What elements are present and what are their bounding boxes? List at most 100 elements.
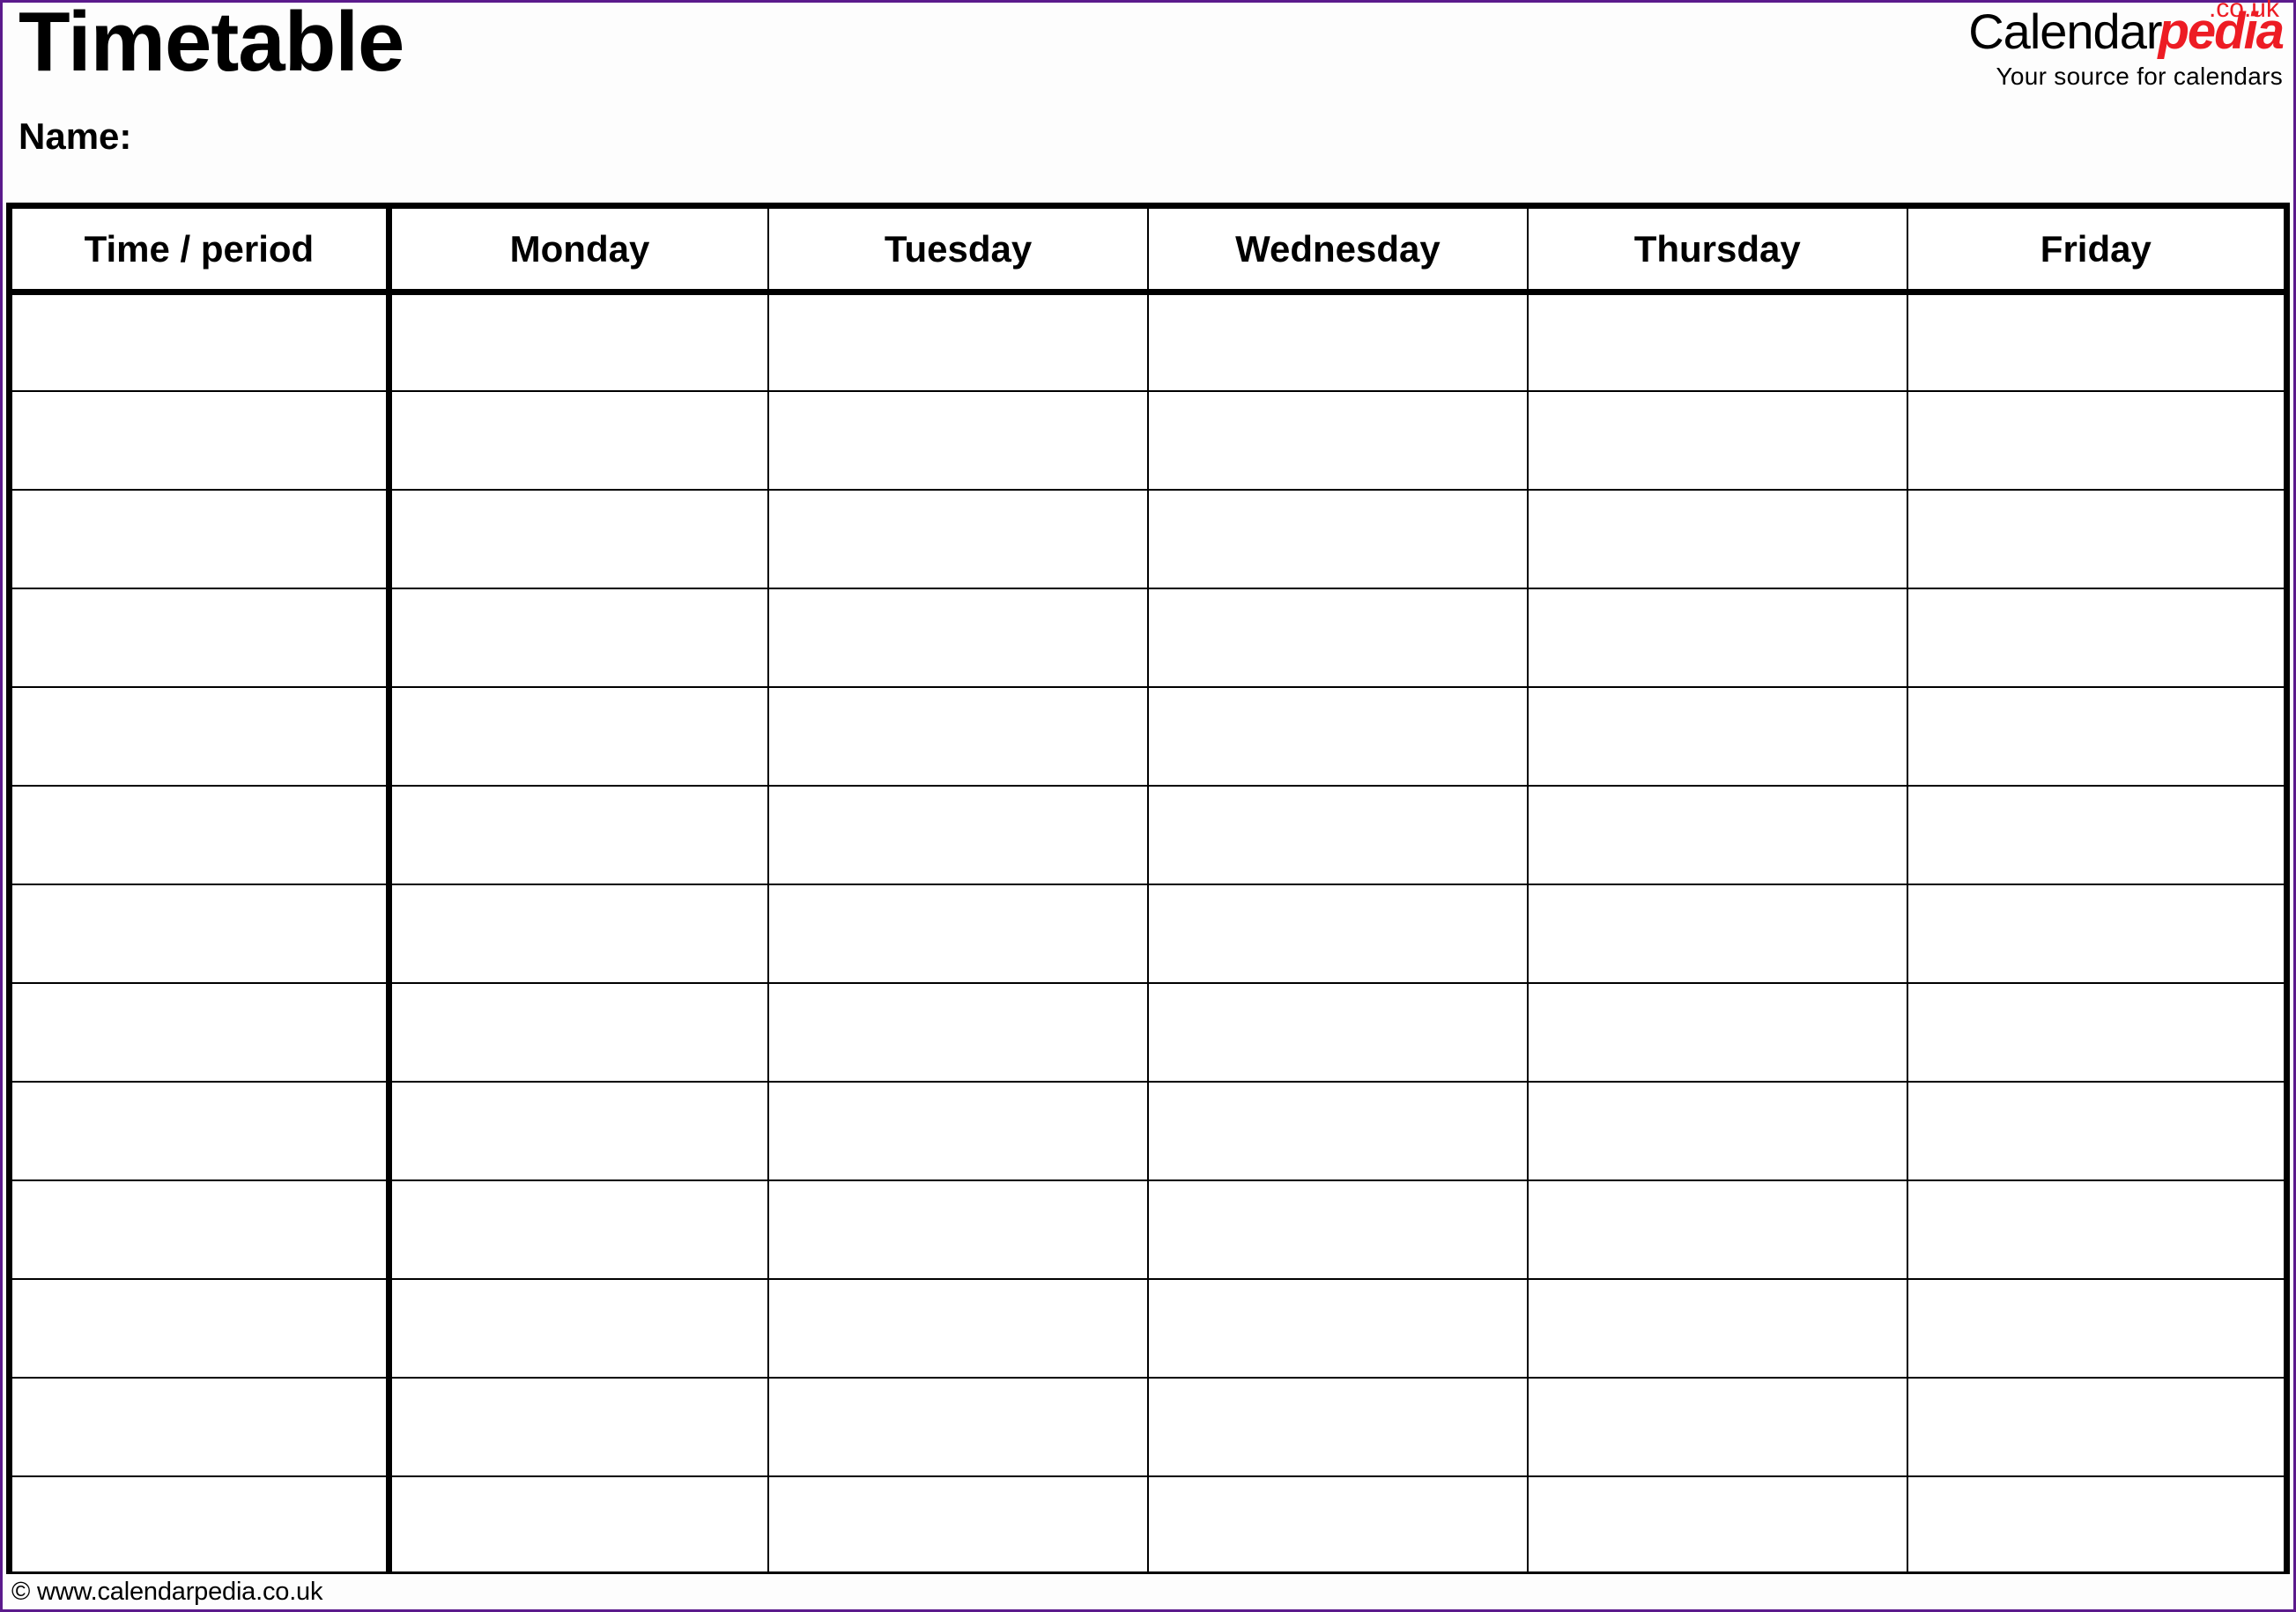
cell-monday-row-9[interactable] — [388, 1080, 770, 1181]
timetable-grid-wrapper: Time / period Monday Tuesday Wednesday T… — [3, 203, 2293, 1574]
cell-friday-row-6[interactable] — [1906, 784, 2287, 885]
cell-friday-row-8[interactable] — [1906, 981, 2287, 1083]
page-footer: © www.calendarpedia.co.uk — [3, 1574, 2293, 1609]
cell-thursday-row-9[interactable] — [1526, 1080, 1908, 1181]
cell-wednesday-row-9[interactable] — [1146, 1080, 1529, 1181]
column-header-thursday: Thursday — [1526, 205, 1908, 295]
cell-monday-row-11[interactable] — [388, 1277, 770, 1379]
cell-time-period-row-8[interactable] — [9, 981, 392, 1083]
table-row — [9, 1080, 2287, 1181]
cell-tuesday-row-3[interactable] — [767, 488, 1149, 589]
cell-time-period-row-10[interactable] — [9, 1179, 392, 1280]
cell-monday-row-1[interactable] — [388, 292, 770, 392]
column-header-friday: Friday — [1906, 205, 2287, 295]
cell-friday-row-7[interactable] — [1906, 883, 2287, 984]
cell-monday-row-5[interactable] — [388, 685, 770, 787]
cell-time-period-row-3[interactable] — [9, 488, 392, 589]
table-row — [9, 389, 2287, 491]
cell-friday-row-11[interactable] — [1906, 1277, 2287, 1379]
table-row — [9, 1475, 2287, 1574]
timetable-body — [9, 292, 2287, 1574]
cell-monday-row-6[interactable] — [388, 784, 770, 885]
cell-friday-row-9[interactable] — [1906, 1080, 2287, 1181]
name-label: Name: — [19, 115, 132, 157]
cell-time-period-row-7[interactable] — [9, 883, 392, 984]
cell-wednesday-row-4[interactable] — [1146, 587, 1529, 688]
cell-thursday-row-3[interactable] — [1526, 488, 1908, 589]
column-header-time-period: Time / period — [9, 205, 392, 295]
cell-tuesday-row-1[interactable] — [767, 292, 1149, 392]
cell-monday-row-7[interactable] — [388, 883, 770, 984]
cell-thursday-row-7[interactable] — [1526, 883, 1908, 984]
cell-thursday-row-5[interactable] — [1526, 685, 1908, 787]
cell-friday-row-2[interactable] — [1906, 389, 2287, 491]
cell-friday-row-10[interactable] — [1906, 1179, 2287, 1280]
cell-tuesday-row-12[interactable] — [767, 1376, 1149, 1477]
cell-monday-row-4[interactable] — [388, 587, 770, 688]
table-row — [9, 1376, 2287, 1477]
cell-tuesday-row-11[interactable] — [767, 1277, 1149, 1379]
cell-monday-row-8[interactable] — [388, 981, 770, 1083]
column-header-monday: Monday — [388, 205, 770, 295]
cell-tuesday-row-5[interactable] — [767, 685, 1149, 787]
cell-thursday-row-12[interactable] — [1526, 1376, 1908, 1477]
cell-time-period-row-2[interactable] — [9, 389, 392, 491]
cell-thursday-row-11[interactable] — [1526, 1277, 1908, 1379]
cell-tuesday-row-4[interactable] — [767, 587, 1149, 688]
cell-monday-row-10[interactable] — [388, 1179, 770, 1280]
page-banner: Timetable Name: Calendarpedia .co.uk You… — [3, 0, 2293, 203]
cell-thursday-row-8[interactable] — [1526, 981, 1908, 1083]
cell-friday-row-5[interactable] — [1906, 685, 2287, 787]
cell-thursday-row-6[interactable] — [1526, 784, 1908, 885]
cell-friday-row-13[interactable] — [1906, 1475, 2287, 1574]
table-row — [9, 981, 2287, 1083]
cell-time-period-row-12[interactable] — [9, 1376, 392, 1477]
cell-time-period-row-5[interactable] — [9, 685, 392, 787]
cell-thursday-row-2[interactable] — [1526, 389, 1908, 491]
cell-tuesday-row-13[interactable] — [767, 1475, 1149, 1574]
brand-wordmark: Calendarpedia .co.uk — [1968, 0, 2285, 61]
copyright-text: © www.calendarpedia.co.uk — [11, 1577, 323, 1606]
cell-time-period-row-9[interactable] — [9, 1080, 392, 1181]
cell-friday-row-12[interactable] — [1906, 1376, 2287, 1477]
cell-wednesday-row-11[interactable] — [1146, 1277, 1529, 1379]
cell-tuesday-row-10[interactable] — [767, 1179, 1149, 1280]
cell-monday-row-3[interactable] — [388, 488, 770, 589]
cell-monday-row-2[interactable] — [388, 389, 770, 491]
table-row — [9, 1277, 2287, 1379]
cell-tuesday-row-6[interactable] — [767, 784, 1149, 885]
cell-monday-row-12[interactable] — [388, 1376, 770, 1477]
cell-tuesday-row-9[interactable] — [767, 1080, 1149, 1181]
cell-time-period-row-11[interactable] — [9, 1277, 392, 1379]
cell-wednesday-row-10[interactable] — [1146, 1179, 1529, 1280]
cell-time-period-row-4[interactable] — [9, 587, 392, 688]
cell-wednesday-row-7[interactable] — [1146, 883, 1529, 984]
timetable-grid: Time / period Monday Tuesday Wednesday T… — [6, 203, 2290, 1574]
cell-wednesday-row-2[interactable] — [1146, 389, 1529, 491]
cell-tuesday-row-7[interactable] — [767, 883, 1149, 984]
cell-friday-row-3[interactable] — [1906, 488, 2287, 589]
table-row — [9, 784, 2287, 885]
cell-friday-row-4[interactable] — [1906, 587, 2287, 688]
cell-thursday-row-10[interactable] — [1526, 1179, 1908, 1280]
cell-friday-row-1[interactable] — [1906, 292, 2287, 392]
cell-wednesday-row-12[interactable] — [1146, 1376, 1529, 1477]
cell-wednesday-row-13[interactable] — [1146, 1475, 1529, 1574]
cell-wednesday-row-5[interactable] — [1146, 685, 1529, 787]
brand-tagline: Your source for calendars — [1996, 63, 2283, 90]
cell-wednesday-row-8[interactable] — [1146, 981, 1529, 1083]
cell-time-period-row-1[interactable] — [9, 292, 392, 392]
cell-thursday-row-1[interactable] — [1526, 292, 1908, 392]
cell-wednesday-row-3[interactable] — [1146, 488, 1529, 589]
cell-wednesday-row-1[interactable] — [1146, 292, 1529, 392]
cell-time-period-row-6[interactable] — [9, 784, 392, 885]
cell-wednesday-row-6[interactable] — [1146, 784, 1529, 885]
cell-thursday-row-4[interactable] — [1526, 587, 1908, 688]
table-row — [9, 685, 2287, 787]
cell-tuesday-row-8[interactable] — [767, 981, 1149, 1083]
cell-tuesday-row-2[interactable] — [767, 389, 1149, 491]
cell-time-period-row-13[interactable] — [9, 1475, 392, 1574]
table-row — [9, 883, 2287, 984]
cell-thursday-row-13[interactable] — [1526, 1475, 1908, 1574]
cell-monday-row-13[interactable] — [388, 1475, 770, 1574]
